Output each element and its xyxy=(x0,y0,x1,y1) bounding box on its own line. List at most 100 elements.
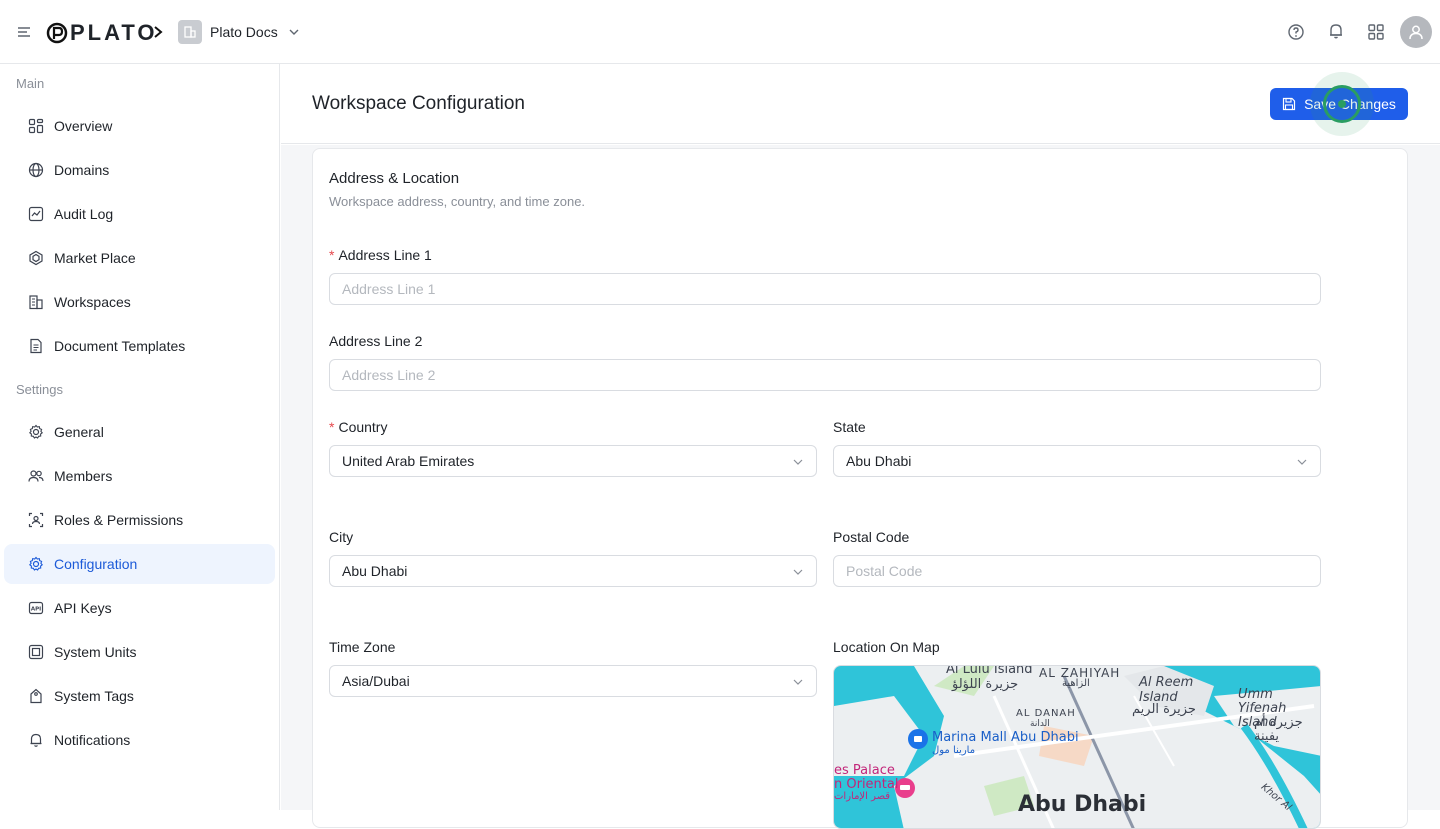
postal-code-placeholder: Postal Code xyxy=(846,563,923,579)
sidebar-item-label: System Units xyxy=(54,644,137,660)
help-icon[interactable] xyxy=(1287,23,1305,41)
save-button-label: Save Changes xyxy=(1304,96,1396,112)
config-icon xyxy=(28,556,44,571)
map-label-al-danah-ar: الدانة xyxy=(1030,719,1050,729)
chevron-right-icon xyxy=(154,26,163,38)
users-icon xyxy=(28,470,44,482)
sidebar-item-label: Notifications xyxy=(54,732,131,748)
map-label-marina-mall-en: Marina Mall Abu Dhabi xyxy=(932,730,1079,745)
address-line-1-input[interactable]: Address Line 1 xyxy=(329,273,1321,305)
address-line-1-label-text: Address Line 1 xyxy=(338,247,432,263)
logo[interactable]: PLATO xyxy=(46,20,158,46)
map-label-oriental: n Oriental xyxy=(834,777,899,792)
location-map-label: Location On Map xyxy=(833,639,940,655)
roles-icon xyxy=(28,512,44,528)
map-label-marina-mall-ar: مارينا مول xyxy=(932,745,976,756)
page-header: Workspace Configuration Save Changes xyxy=(281,64,1440,144)
city-value: Abu Dhabi xyxy=(342,563,408,579)
sidebar-item-api-keys[interactable]: API API Keys xyxy=(4,588,275,628)
globe-icon xyxy=(28,162,44,178)
sidebar-item-market-place[interactable]: Market Place xyxy=(4,238,275,278)
state-label: State xyxy=(833,419,866,435)
hexagon-icon xyxy=(29,250,43,266)
sidebar-item-document-templates[interactable]: Document Templates xyxy=(4,326,275,366)
sidebar-item-audit-log[interactable]: Audit Log xyxy=(4,194,275,234)
api-icon: API xyxy=(28,601,44,615)
sidebar-item-domains[interactable]: Domains xyxy=(4,150,275,190)
card-title: Address & Location xyxy=(329,170,460,187)
document-icon xyxy=(30,338,42,354)
address-line-1-label: * Address Line 1 xyxy=(329,247,432,263)
time-zone-select[interactable]: Asia/Dubai xyxy=(329,665,817,697)
sidebar-item-label: Members xyxy=(54,468,113,484)
save-button[interactable]: Save Changes xyxy=(1270,88,1408,120)
page-title: Workspace Configuration xyxy=(312,93,525,114)
country-label: * Country xyxy=(329,419,387,435)
chevron-down-icon xyxy=(289,29,299,35)
workspace-switcher[interactable]: Plato Docs xyxy=(178,20,300,44)
map-label-al-zahiyah-ar: الزاهية xyxy=(1062,678,1090,689)
map-label-al-reem-ar: جزيرة الريم xyxy=(1132,702,1196,717)
map-label-abu-dhabi: Abu Dhabi xyxy=(1018,792,1147,817)
units-icon xyxy=(28,644,44,660)
sidebar-item-label: System Tags xyxy=(54,688,134,704)
overview-icon xyxy=(28,118,44,134)
chevron-down-icon xyxy=(793,569,803,575)
workspace-avatar xyxy=(178,20,202,44)
map-label-al-reem-en: Al Reem Island xyxy=(1139,675,1194,705)
sidebar-item-label: Document Templates xyxy=(54,338,186,354)
address-line-2-input[interactable]: Address Line 2 xyxy=(329,359,1321,391)
svg-text:API: API xyxy=(31,607,41,613)
required-marker: * xyxy=(329,247,335,263)
sidebar-item-configuration[interactable]: Configuration xyxy=(4,544,275,584)
sidebar-item-label: API Keys xyxy=(54,600,112,616)
sidebar-item-label: General xyxy=(54,424,104,440)
address-line-2-label: Address Line 2 xyxy=(329,333,423,349)
address-location-card: Address & Location Workspace address, co… xyxy=(312,148,1408,829)
sidebar-item-roles-permissions[interactable]: Roles & Permissions xyxy=(4,500,275,540)
country-select[interactable]: United Arab Emirates xyxy=(329,445,817,477)
sidebar-item-label: Roles & Permissions xyxy=(54,512,184,528)
gear-icon xyxy=(28,424,44,439)
chevron-down-icon xyxy=(1297,459,1307,465)
menu-toggle-icon[interactable] xyxy=(16,24,32,40)
sidebar-item-system-units[interactable]: System Units xyxy=(4,632,275,672)
map-label-palace-en: es Palace xyxy=(834,763,895,778)
apps-grid-icon[interactable] xyxy=(1367,23,1385,41)
sidebar-item-system-tags[interactable]: System Tags xyxy=(4,676,275,716)
map-label-al-danah: AL DANAH xyxy=(1016,708,1076,719)
location-map[interactable]: Al Lulu Island جزيرة اللؤلؤ AL ZAHIYAH ا… xyxy=(833,665,1321,829)
bell-icon xyxy=(30,733,42,747)
postal-code-input[interactable]: Postal Code xyxy=(833,555,1321,587)
map-label-umm-yifenah-ar: جزيرة أم يفينة xyxy=(1254,715,1303,744)
sidebar-item-members[interactable]: Members xyxy=(4,456,275,496)
sidebar-item-notifications[interactable]: Notifications xyxy=(4,720,275,760)
city-select[interactable]: Abu Dhabi xyxy=(329,555,817,587)
bell-icon[interactable] xyxy=(1327,22,1345,40)
building-icon xyxy=(29,295,43,310)
sidebar-item-workspaces[interactable]: Workspaces xyxy=(4,282,275,322)
building-icon xyxy=(184,26,196,38)
logo-mark-icon xyxy=(46,22,68,44)
state-select[interactable]: Abu Dhabi xyxy=(833,445,1321,477)
sidebar-item-label: Workspaces xyxy=(54,294,131,310)
required-marker: * xyxy=(329,419,335,435)
sidebar-item-label: Configuration xyxy=(54,556,138,572)
time-zone-label: Time Zone xyxy=(329,639,396,655)
user-avatar[interactable] xyxy=(1400,16,1432,48)
sidebar-item-label: Market Place xyxy=(54,250,136,266)
time-zone-value: Asia/Dubai xyxy=(342,673,410,689)
sidebar-item-label: Domains xyxy=(54,162,110,178)
address-line-1-placeholder: Address Line 1 xyxy=(342,281,436,297)
chevron-down-icon xyxy=(793,459,803,465)
tag-icon xyxy=(30,688,42,704)
user-icon xyxy=(1409,25,1423,40)
sidebar-item-label: Overview xyxy=(54,118,113,134)
section-label-main: Main xyxy=(16,76,45,91)
address-line-2-placeholder: Address Line 2 xyxy=(342,367,436,383)
sidebar-item-label: Audit Log xyxy=(54,206,114,222)
map-label-al-lulu-ar: جزيرة اللؤلؤ xyxy=(952,677,1019,692)
map-label-palace-ar: قصر الإمارات xyxy=(834,791,891,802)
sidebar-item-general[interactable]: General xyxy=(4,412,275,452)
sidebar-item-overview[interactable]: Overview xyxy=(4,106,275,146)
